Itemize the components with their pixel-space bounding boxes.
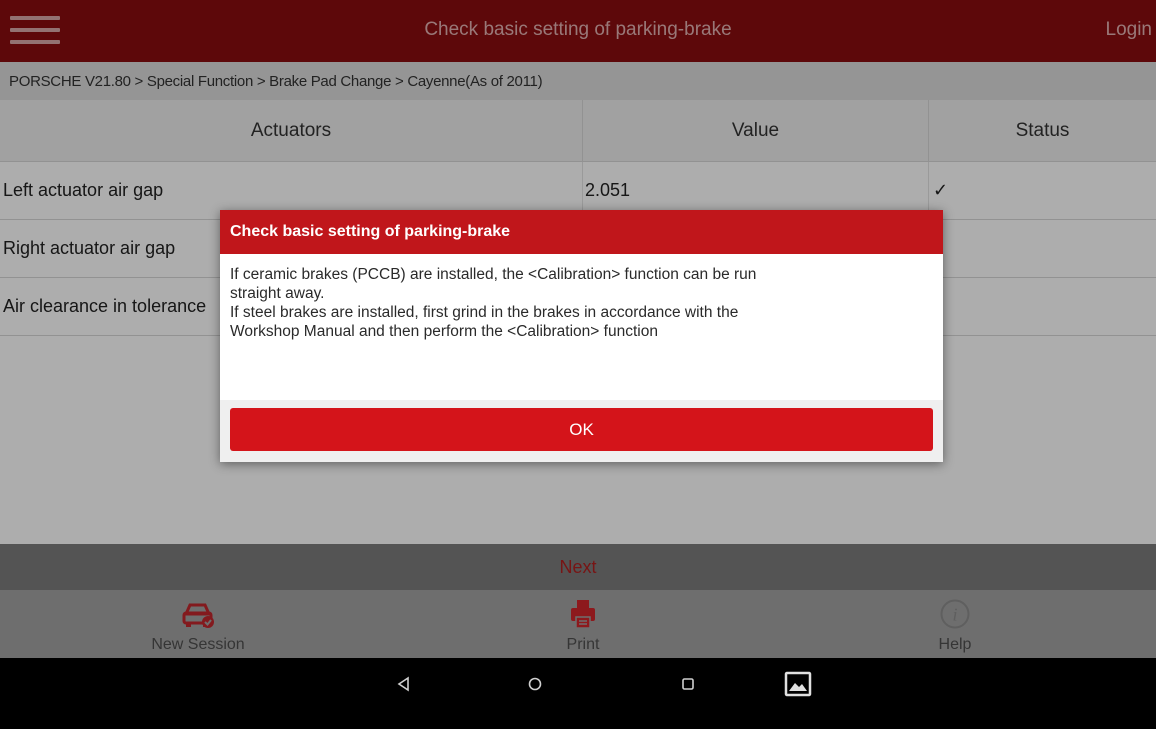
- system-navigation-bar: [0, 658, 1156, 729]
- ok-button[interactable]: OK: [230, 408, 933, 451]
- dialog-message: If ceramic brakes (PCCB) are installed, …: [220, 254, 943, 400]
- back-icon[interactable]: [382, 666, 426, 702]
- screenshot-icon[interactable]: [776, 666, 820, 702]
- dialog-message-line: Workshop Manual and then perform the <Ca…: [230, 323, 658, 340]
- dialog-message-line: If ceramic brakes (PCCB) are installed, …: [230, 266, 757, 283]
- dialog-message-line: straight away.: [230, 285, 325, 302]
- alert-dialog: Check basic setting of parking-brake If …: [220, 210, 943, 462]
- dialog-message-line: If steel brakes are installed, first gri…: [230, 304, 739, 321]
- recents-icon[interactable]: [666, 666, 710, 702]
- dialog-title: Check basic setting of parking-brake: [220, 210, 943, 254]
- dialog-footer: OK: [220, 400, 943, 462]
- home-icon[interactable]: [513, 666, 557, 702]
